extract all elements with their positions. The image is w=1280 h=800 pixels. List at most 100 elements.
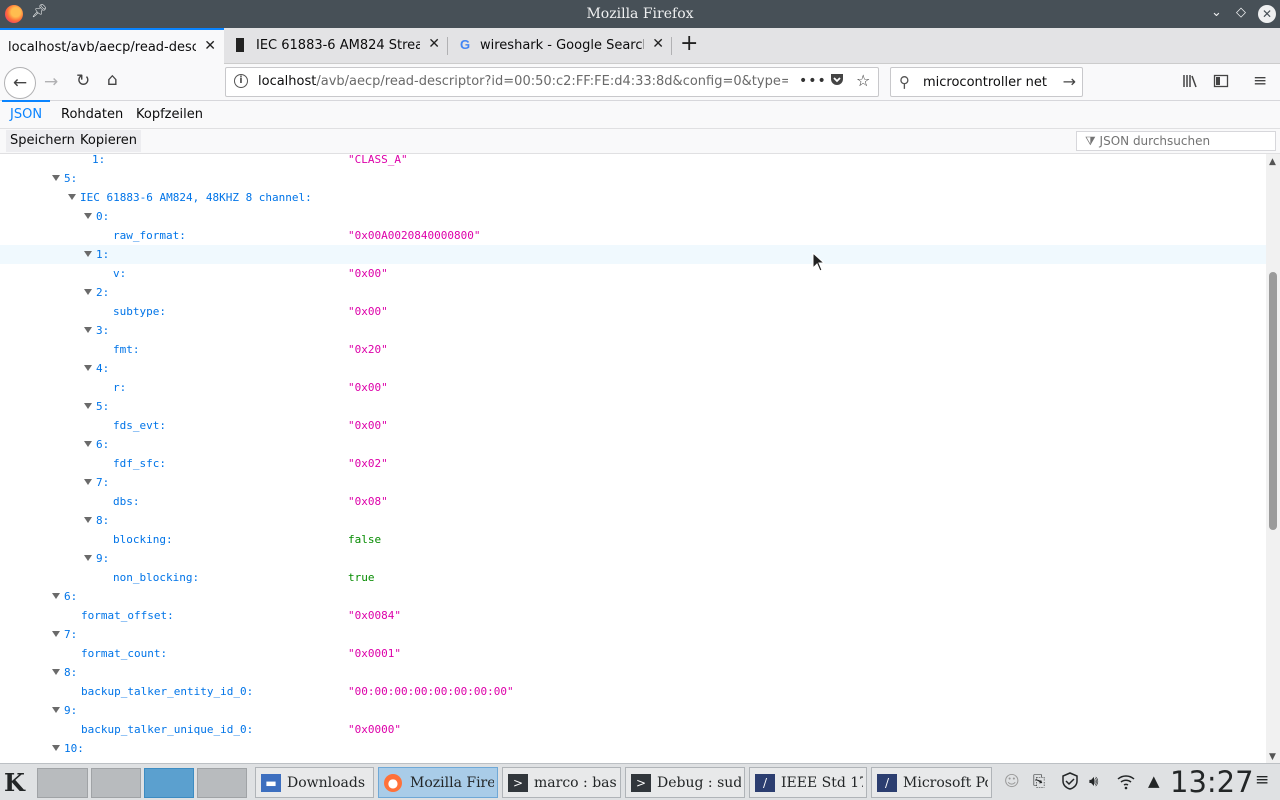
- json-property-row[interactable]: r: "0x00": [0, 378, 1266, 397]
- search-value[interactable]: microcontroller net: [923, 75, 1047, 90]
- json-key[interactable]: 8:: [52, 666, 77, 679]
- pocket-icon[interactable]: [829, 71, 845, 91]
- taskbar-task[interactable]: ▬ Downloads –: [255, 767, 374, 798]
- expand-twisty-icon[interactable]: [52, 631, 60, 637]
- forward-button[interactable]: →: [44, 72, 58, 92]
- desktop-pager-4[interactable]: [197, 768, 247, 798]
- json-key[interactable]: IEC 61883-6 AM824, 48KHZ 8 channel:: [68, 191, 312, 204]
- site-info-icon[interactable]: i: [234, 74, 248, 88]
- json-node-row[interactable]: 9:: [0, 549, 1266, 568]
- tab-headers[interactable]: Kopfzeilen: [136, 107, 203, 122]
- json-key[interactable]: 2:: [84, 286, 109, 299]
- expand-twisty-icon[interactable]: [52, 175, 60, 181]
- json-node-row[interactable]: 3:: [0, 321, 1266, 340]
- panel-menu-icon[interactable]: ≡: [1255, 770, 1269, 790]
- tray-expand-icon[interactable]: ▲: [1148, 772, 1160, 790]
- expand-twisty-icon[interactable]: [84, 327, 92, 333]
- json-key[interactable]: 0:: [84, 210, 109, 223]
- json-key[interactable]: 4:: [84, 362, 109, 375]
- json-node-row[interactable]: IEC 61883-6 AM824, 48KHZ 8 channel:: [0, 188, 1266, 207]
- back-button[interactable]: ←: [4, 67, 36, 99]
- json-key[interactable]: 10:: [52, 742, 84, 755]
- json-node-row[interactable]: 5:: [0, 397, 1266, 416]
- json-node-row[interactable]: 2:: [0, 283, 1266, 302]
- json-property-row[interactable]: backup_talker_entity_id_0: "00:00:00:00:0…: [0, 682, 1266, 701]
- expand-twisty-icon[interactable]: [52, 669, 60, 675]
- json-property-row[interactable]: subtype: "0x00": [0, 302, 1266, 321]
- save-button[interactable]: Speichern: [6, 130, 79, 152]
- security-shield-icon[interactable]: [1061, 772, 1079, 794]
- tab-iec-61883[interactable]: IEC 61883-6 AM824 Stream F ✕: [224, 28, 448, 64]
- tab-wireshark-search[interactable]: G wireshark - Google Search ✕: [448, 28, 672, 64]
- scrollbar-thumb[interactable]: [1269, 272, 1277, 530]
- json-property-row[interactable]: fds_evt: "0x00": [0, 416, 1266, 435]
- expand-twisty-icon[interactable]: [84, 479, 92, 485]
- json-node-row[interactable]: 6:: [0, 435, 1266, 454]
- taskbar-task[interactable]: > Debug : sudo: [625, 767, 745, 798]
- scroll-down-icon[interactable]: ▼: [1269, 752, 1276, 762]
- search-bar[interactable]: ⚲ microcontroller net →: [890, 67, 1083, 97]
- close-window-icon[interactable]: ✕: [1258, 5, 1276, 23]
- json-key[interactable]: 9:: [84, 552, 109, 565]
- close-tab-icon[interactable]: ✕: [652, 36, 664, 52]
- search-go-icon[interactable]: →: [1063, 72, 1076, 91]
- expand-twisty-icon[interactable]: [84, 289, 92, 295]
- json-property-row[interactable]: dbs: "0x08": [0, 492, 1266, 511]
- json-node-row[interactable]: 1:: [0, 245, 1266, 264]
- json-node-row[interactable]: 7:: [0, 473, 1266, 492]
- application-launcher-icon[interactable]: K: [4, 768, 25, 797]
- json-property-row[interactable]: backup_talker_unique_id_0: "0x0000": [0, 720, 1266, 739]
- json-node-row[interactable]: 5:: [0, 169, 1266, 188]
- tab-localhost[interactable]: localhost/avb/aecp/read-descri ✕: [0, 28, 224, 64]
- taskbar-task[interactable]: / Microsoft Po: [871, 767, 992, 798]
- new-tab-button[interactable]: +: [680, 31, 698, 56]
- json-key[interactable]: 3:: [84, 324, 109, 337]
- taskbar-task[interactable]: ● Mozilla Fire: [378, 767, 498, 798]
- json-property-row[interactable]: format_count: "0x0001": [0, 644, 1266, 663]
- expand-twisty-icon[interactable]: [84, 251, 92, 257]
- vertical-scrollbar[interactable]: ▲ ▼: [1266, 154, 1280, 763]
- json-node-row[interactable]: 10:: [0, 739, 1266, 758]
- expand-twisty-icon[interactable]: [52, 745, 60, 751]
- json-node-row[interactable]: 0:: [0, 207, 1266, 226]
- tab-raw-data[interactable]: Rohdaten: [61, 107, 123, 122]
- desktop-pager-2[interactable]: [91, 768, 141, 798]
- minimize-icon[interactable]: ⌄: [1211, 5, 1222, 20]
- sidebar-icon[interactable]: [1213, 73, 1229, 93]
- json-node-row[interactable]: 8:: [0, 663, 1266, 682]
- json-property-row[interactable]: non_blocking: true: [0, 568, 1266, 587]
- json-filter-input[interactable]: ⧩ JSON durchsuchen: [1076, 131, 1276, 151]
- expand-twisty-icon[interactable]: [84, 403, 92, 409]
- json-node-row[interactable]: 7:: [0, 625, 1266, 644]
- expand-twisty-icon[interactable]: [84, 213, 92, 219]
- json-node-row[interactable]: 6:: [0, 587, 1266, 606]
- expand-twisty-icon[interactable]: [52, 593, 60, 599]
- json-property-row[interactable]: 1: "CLASS_A": [0, 154, 1266, 169]
- home-button[interactable]: ⌂: [107, 70, 118, 90]
- taskbar-task[interactable]: > marco : bash: [502, 767, 621, 798]
- desktop-pager-3[interactable]: [144, 768, 194, 798]
- json-property-row[interactable]: fmt: "0x20": [0, 340, 1266, 359]
- json-property-row[interactable]: v: "0x00": [0, 264, 1266, 283]
- json-tree[interactable]: 1: "CLASS_A" 5: IEC 61883-6 AM824, 48KHZ 8 …: [0, 154, 1266, 763]
- clipboard-icon[interactable]: ⎘: [1033, 772, 1045, 790]
- expand-twisty-icon[interactable]: [84, 517, 92, 523]
- copy-button[interactable]: Kopieren: [76, 130, 141, 152]
- json-property-row[interactable]: format_offset: "0x0084": [0, 606, 1266, 625]
- json-node-row[interactable]: 8:: [0, 511, 1266, 530]
- bookmark-star-icon[interactable]: ☆: [856, 71, 870, 90]
- library-icon[interactable]: [1182, 73, 1198, 93]
- json-node-row[interactable]: 9:: [0, 701, 1266, 720]
- json-key[interactable]: 8:: [84, 514, 109, 527]
- tab-json[interactable]: JSON: [1, 100, 51, 122]
- maximize-icon[interactable]: ◇: [1236, 5, 1246, 20]
- user-switch-icon[interactable]: ☺: [1004, 772, 1020, 790]
- taskbar-task[interactable]: / IEEE Std 17: [749, 767, 867, 798]
- volume-icon[interactable]: 🔊︎: [1089, 772, 1098, 790]
- url-bar[interactable]: i localhost/avb/aecp/read-descriptor?id=…: [225, 67, 879, 97]
- expand-twisty-icon[interactable]: [68, 194, 76, 200]
- json-key[interactable]: 7:: [84, 476, 109, 489]
- page-actions-icon[interactable]: •••: [799, 73, 827, 89]
- json-property-row[interactable]: blocking: false: [0, 530, 1266, 549]
- json-key[interactable]: 7:: [52, 628, 77, 641]
